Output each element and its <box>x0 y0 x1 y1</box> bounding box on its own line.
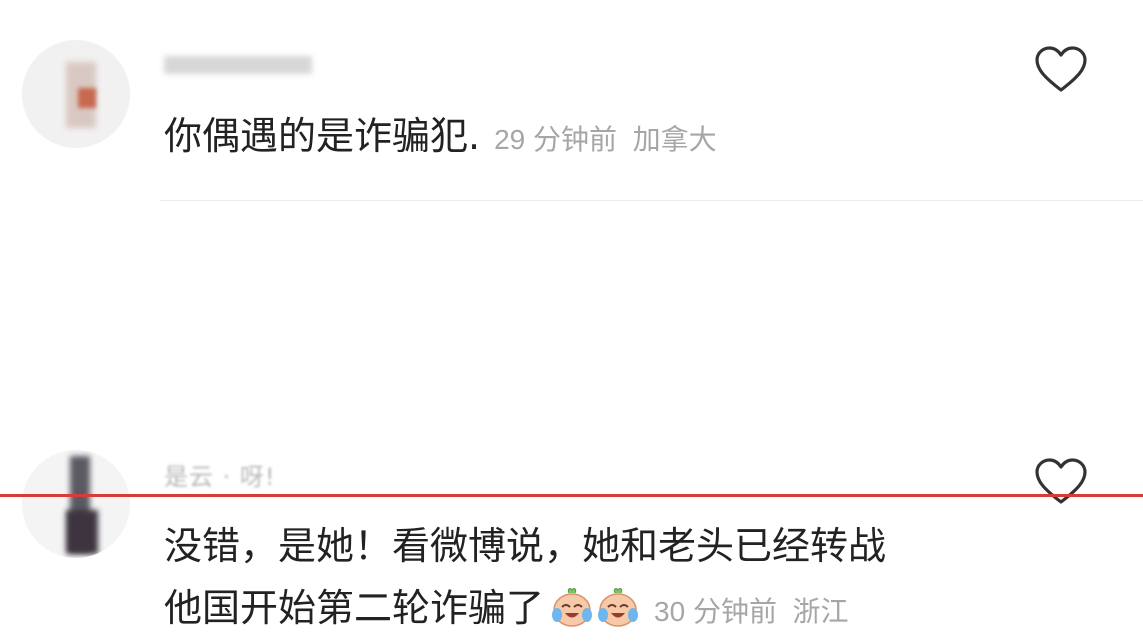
comment-time: 29 分钟前 <box>494 124 618 155</box>
avatar[interactable] <box>22 450 130 558</box>
comment-location: 浙江 <box>792 596 849 627</box>
comment-line: 没错，是她！看微博说，她和老头已经转战 <box>164 524 887 568</box>
avatar[interactable] <box>22 40 130 148</box>
comment-line-last: 他国开始第二轮诈骗了 30 分钟前 浙江 <box>164 577 886 643</box>
comment-meta: 30 分钟前 浙江 <box>654 596 849 627</box>
comment-meta: 29 分钟前 加拿大 <box>494 124 717 155</box>
heart-outline-icon[interactable] <box>1034 45 1088 95</box>
bottom-accent-line <box>0 494 1143 497</box>
crying-laughing-face-emoji <box>598 588 639 627</box>
comment-item: 是云 · 呀! 没错，是她！看微博说，她和老头已经转战 他国开始第二轮诈骗了 3… <box>0 200 1143 630</box>
username-blurred[interactable] <box>164 52 314 78</box>
username[interactable]: 是云 · 呀! <box>164 457 276 497</box>
comment-text: 你偶遇的是诈骗犯. 29 分钟前 加拿大 <box>164 105 717 171</box>
comment-text: 没错，是她！看微博说，她和老头已经转战 他国开始第二轮诈骗了 30 分钟前 浙江 <box>164 515 886 643</box>
comment-location: 加拿大 <box>632 124 717 155</box>
crying-laughing-face-emoji <box>552 588 593 627</box>
comment-line: 他国开始第二轮诈骗了 <box>164 586 545 630</box>
comment-time: 30 分钟前 <box>654 596 777 627</box>
comment-body: 你偶遇的是诈骗犯. <box>164 114 481 158</box>
comment-item: 你偶遇的是诈骗犯. 29 分钟前 加拿大 <box>0 0 1143 200</box>
